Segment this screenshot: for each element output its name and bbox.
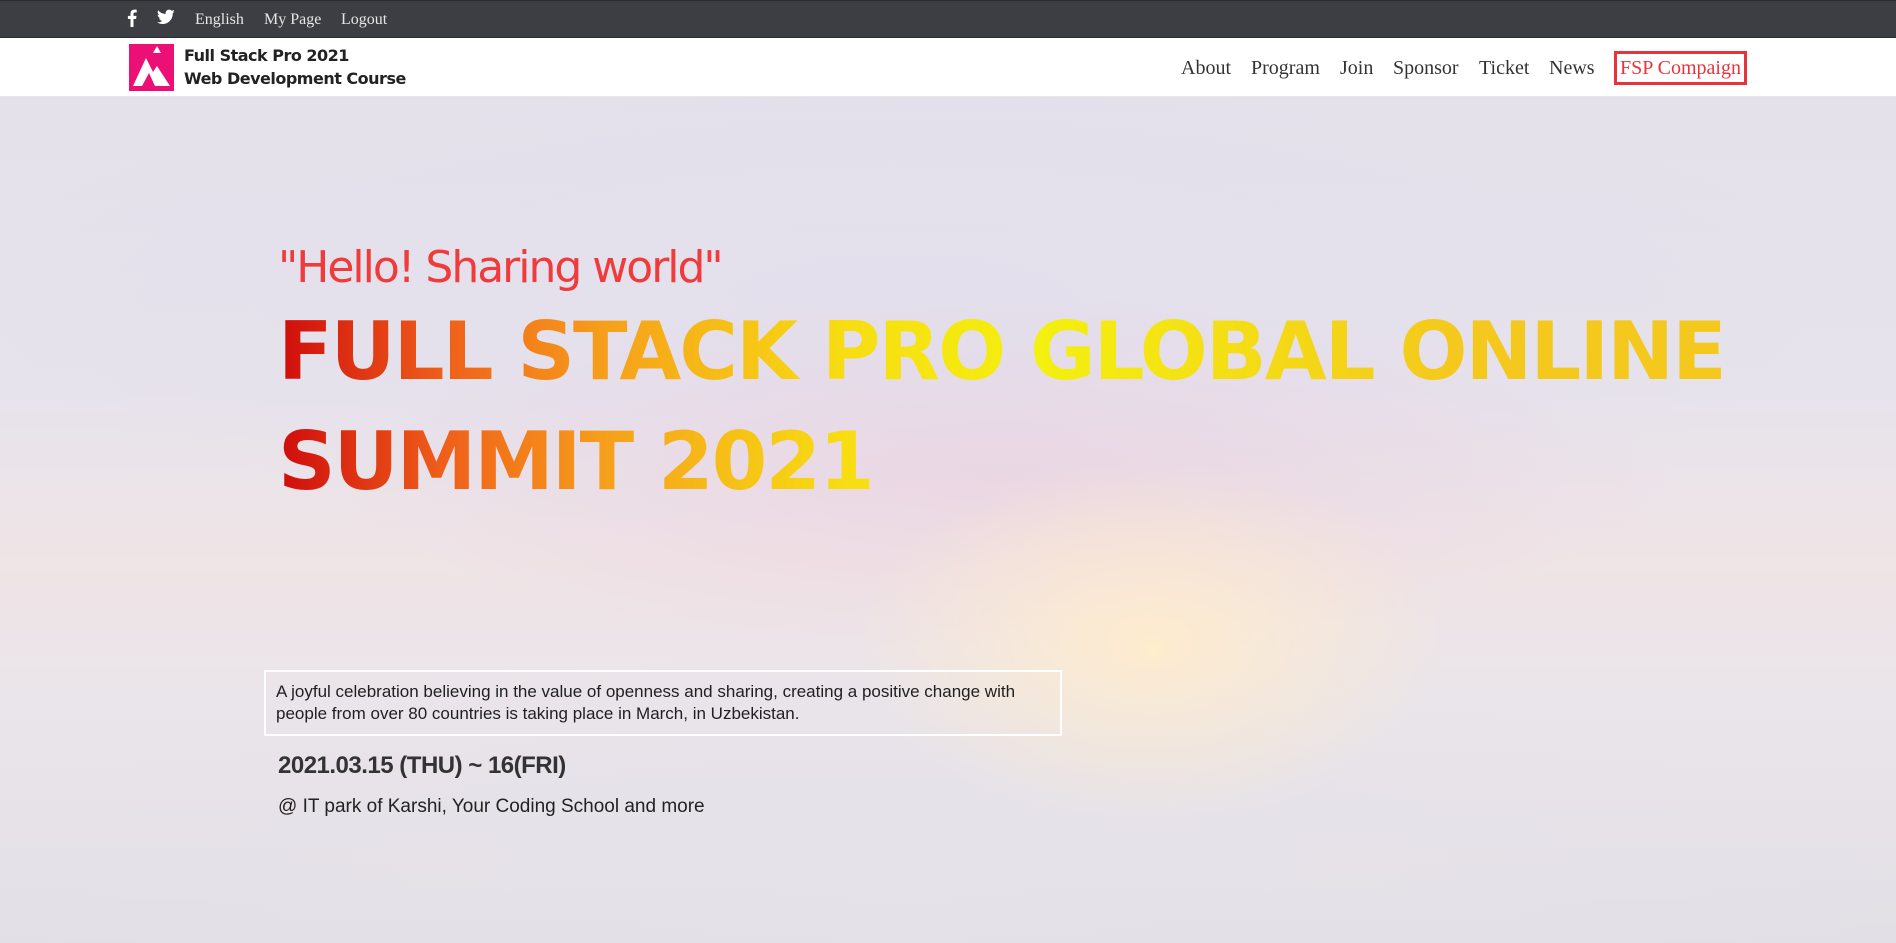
hero-tagline: "Hello! Sharing world": [278, 242, 724, 293]
brand-title: Full Stack Pro 2021: [184, 46, 349, 65]
hero-description: A joyful celebration believing in the va…: [264, 670, 1062, 736]
event-venue: @ IT park of Karshi, Your Coding School …: [278, 796, 705, 817]
logout-link[interactable]: Logout: [341, 10, 387, 29]
logo-icon[interactable]: [129, 44, 174, 91]
fsp-compaign-button[interactable]: FSP Compaign: [1614, 51, 1747, 85]
facebook-icon[interactable]: [127, 9, 137, 32]
nav-join[interactable]: Join: [1340, 56, 1373, 80]
twitter-icon[interactable]: [156, 9, 175, 30]
brand-subtitle: Web Development Course: [184, 69, 406, 88]
site-header: Full Stack Pro 2021 Web Development Cour…: [0, 38, 1896, 97]
nav-ticket[interactable]: Ticket: [1479, 56, 1529, 80]
sun-glow: [1140, 637, 1166, 663]
language-link[interactable]: English: [195, 10, 244, 29]
event-date: 2021.03.15 (THU) ~ 16(FRI): [278, 752, 566, 779]
nav-news[interactable]: News: [1549, 56, 1595, 80]
nav-program[interactable]: Program: [1251, 56, 1320, 80]
top-utility-bar: English My Page Logout: [0, 0, 1896, 38]
my-page-link[interactable]: My Page: [264, 10, 321, 29]
nav-about[interactable]: About: [1181, 56, 1231, 80]
hero-title-line1: FULL STACK PRO GLOBAL ONLINE: [278, 305, 1727, 398]
nav-sponsor[interactable]: Sponsor: [1393, 56, 1459, 80]
hero-title-line2: SUMMIT 2021: [278, 415, 875, 508]
